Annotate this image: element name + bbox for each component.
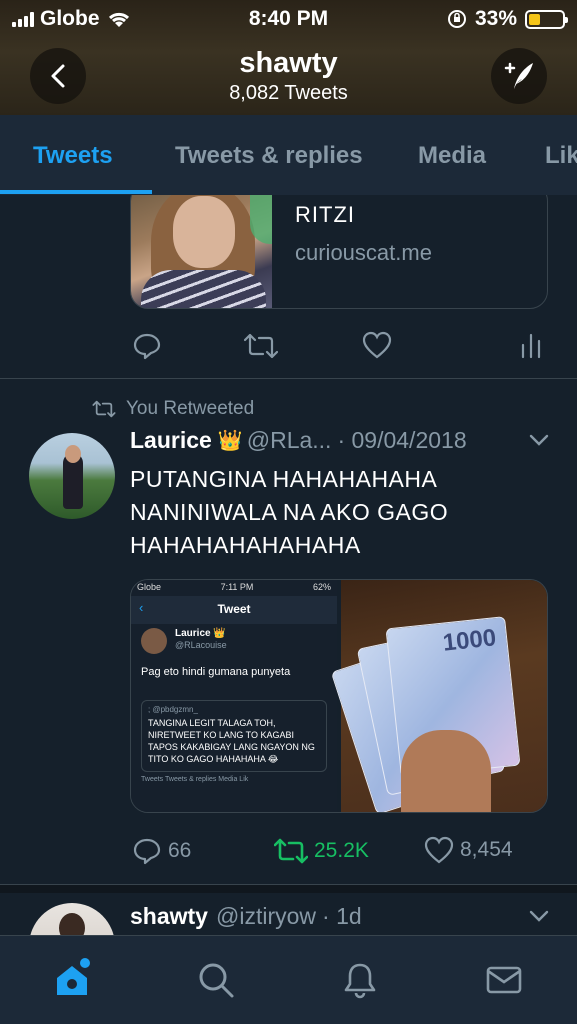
retweet-label: You Retweeted xyxy=(126,398,255,419)
link-card[interactable]: RITZI curiouscat.me xyxy=(130,195,548,309)
avatar[interactable] xyxy=(29,433,115,519)
author-handle[interactable]: @RLa... xyxy=(247,427,332,454)
retweet-button[interactable]: 25.2K xyxy=(274,836,369,866)
heart-icon xyxy=(362,331,392,359)
reply-button[interactable] xyxy=(132,331,162,361)
tweet-separator xyxy=(0,885,577,893)
tweet-media[interactable]: Globe 7:11 PM 62% ‹ Tweet Laurice 👑 @RLa… xyxy=(130,579,548,813)
retweet-icon xyxy=(244,333,278,359)
bill-value: 1000 xyxy=(441,624,498,657)
bottom-tab-bar xyxy=(0,935,577,1024)
active-tab-indicator xyxy=(0,190,152,194)
reply-icon xyxy=(133,838,161,865)
media-author-handle: @RLacouise xyxy=(175,640,227,650)
tweet-date: · 1d xyxy=(322,903,362,929)
media-status-bar: Globe 7:11 PM 62% xyxy=(137,582,331,592)
hand xyxy=(401,730,491,812)
author-name[interactable]: shawty xyxy=(130,903,208,930)
retweet-icon xyxy=(274,838,308,864)
messages-tab[interactable] xyxy=(482,958,526,1002)
retweet-small-icon xyxy=(92,400,116,418)
like-button[interactable] xyxy=(362,331,392,359)
media-header-title: Tweet xyxy=(217,602,251,616)
tab-media[interactable]: Media xyxy=(418,142,486,170)
media-tweet-text: Pag eto hindi gumana punyeta xyxy=(141,666,291,678)
tweet-header: shawty @iztiryow · 1d xyxy=(130,903,550,930)
status-right: 33% xyxy=(447,7,568,31)
card-domain: curiouscat.me xyxy=(295,240,432,265)
chevron-down-icon[interactable] xyxy=(528,429,550,451)
bell-icon xyxy=(344,963,376,999)
tweet-actions: 66 25.2K 8,454 xyxy=(130,836,550,870)
mail-icon xyxy=(486,966,522,994)
tab-likes[interactable]: Lik xyxy=(545,142,577,170)
compose-feather-icon xyxy=(504,62,533,89)
tweet-count: 8,082 Tweets xyxy=(229,82,348,104)
search-icon xyxy=(199,963,234,998)
media-avatar xyxy=(141,628,167,654)
author-handle[interactable]: @iztiryow xyxy=(216,903,316,930)
home-tab[interactable] xyxy=(50,958,94,1002)
media-quote-handle: ; @pbdgzmn_ xyxy=(148,705,198,714)
analytics-button[interactable] xyxy=(520,331,542,359)
battery-icon xyxy=(525,9,568,29)
reply-count: 66 xyxy=(168,839,192,862)
search-tab[interactable] xyxy=(194,958,238,1002)
media-quote: ; @pbdgzmn_ TANGINA LEGIT TALAGA TOH, NI… xyxy=(141,700,327,772)
like-button[interactable]: 8,454 xyxy=(424,836,513,864)
analytics-icon xyxy=(521,333,541,359)
media-screenshot[interactable]: Globe 7:11 PM 62% ‹ Tweet Laurice 👑 @RLa… xyxy=(131,580,337,812)
retweet-count: 25.2K xyxy=(314,839,369,862)
profile-header: Globe 8:40 PM 33% shawty 8,082 Tweets xyxy=(0,0,577,115)
tab-tweets[interactable]: Tweets xyxy=(33,142,113,170)
tweet-header: Laurice 👑 @RLa... · 09/04/2018 xyxy=(130,427,550,454)
chevron-down-icon[interactable] xyxy=(528,905,550,927)
media-tabs: Tweets Tweets & replies Media Lik xyxy=(141,776,249,783)
battery-percent: 33% xyxy=(474,7,517,30)
tweet-actions xyxy=(130,331,550,365)
media-author-name: Laurice 👑 xyxy=(175,628,226,639)
retweet-button[interactable] xyxy=(244,331,278,361)
heart-icon xyxy=(424,836,454,864)
media-photo[interactable]: 1000 xyxy=(330,580,547,812)
tweet-divider xyxy=(0,378,577,379)
reply-icon xyxy=(133,333,161,360)
media-header: ‹ Tweet xyxy=(131,596,337,624)
compose-tweet-button[interactable] xyxy=(491,48,547,104)
tweet-feed[interactable]: RITZI curiouscat.me You Retweeted Lauric… xyxy=(0,195,577,935)
like-count: 8,454 xyxy=(460,838,513,861)
notifications-tab[interactable] xyxy=(338,958,382,1002)
card-title: RITZI xyxy=(295,202,355,227)
media-quote-text: TANGINA LEGIT TALAGA TOH, NIRETWEET KO L… xyxy=(148,718,315,764)
reply-button[interactable]: 66 xyxy=(132,836,191,866)
author-name[interactable]: Laurice xyxy=(130,427,212,454)
tweet-text: PUTANGINA HAHAHAHAHA NANINIWALA NA AKO G… xyxy=(130,466,449,558)
status-bar: Globe 8:40 PM 33% xyxy=(0,0,577,38)
crown-emoji: 👑 xyxy=(217,430,243,452)
tweet-date: · 09/04/2018 xyxy=(337,427,467,453)
retweet-context: You Retweeted xyxy=(92,398,254,420)
avatar[interactable] xyxy=(29,903,115,935)
notification-dot xyxy=(80,958,90,968)
profile-tabs: Tweets Tweets & replies Media Lik xyxy=(0,115,577,195)
card-thumbnail xyxy=(131,195,272,308)
rotation-lock-icon xyxy=(447,10,466,28)
tab-tweets-replies[interactable]: Tweets & replies xyxy=(175,142,363,170)
